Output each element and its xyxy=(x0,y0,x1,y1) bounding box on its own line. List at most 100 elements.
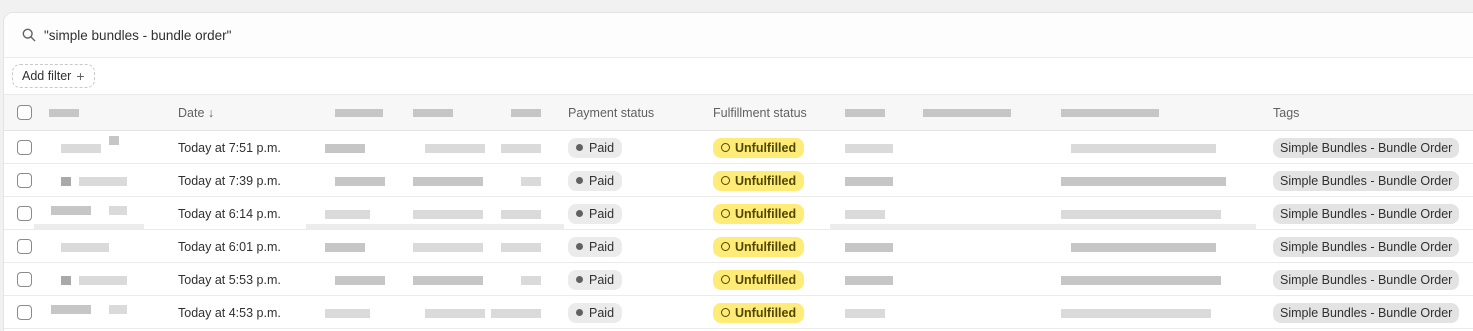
redacted-header xyxy=(335,109,383,117)
redacted-cell xyxy=(1061,210,1221,219)
payment-status-badge: Paid xyxy=(568,170,623,191)
redacted-cell xyxy=(335,177,385,186)
redacted-cell xyxy=(325,309,370,318)
redacted-cell xyxy=(845,243,893,252)
add-filter-button[interactable]: Add filter + xyxy=(12,64,95,88)
table-row[interactable]: Today at 4:53 p.m. Paid Unfulfilled Simp… xyxy=(4,296,1473,329)
fulfillment-status-label: Unfulfilled xyxy=(735,305,797,320)
select-all-checkbox[interactable] xyxy=(17,105,32,120)
redacted-cell xyxy=(413,210,483,219)
search-input[interactable] xyxy=(44,27,644,43)
payment-status-column-header[interactable]: Payment status xyxy=(568,95,654,131)
payment-status-label: Paid xyxy=(589,239,615,254)
redacted-cell xyxy=(845,210,885,219)
unfulfilled-ring-icon xyxy=(721,242,730,251)
payment-status-badge: Paid xyxy=(568,302,623,323)
redacted-cell xyxy=(79,177,127,186)
paid-dot-icon xyxy=(576,276,583,283)
row-checkbox[interactable] xyxy=(17,140,32,155)
fulfillment-status-badge: Unfulfilled xyxy=(713,137,805,158)
redacted-cell xyxy=(1061,276,1221,285)
payment-status-badge: Paid xyxy=(568,137,623,158)
unfulfilled-ring-icon xyxy=(721,308,730,317)
add-filter-label: Add filter xyxy=(22,69,72,83)
redacted-cell xyxy=(325,243,365,252)
redacted-cell xyxy=(413,276,483,285)
redacted-cell xyxy=(325,144,365,153)
redacted-header xyxy=(49,109,79,117)
plus-icon: + xyxy=(76,68,85,84)
table-row[interactable]: Today at 6:14 p.m. Paid Unfulfilled Simp… xyxy=(4,197,1473,230)
fulfillment-status-badge: Unfulfilled xyxy=(713,170,805,191)
redacted-cell xyxy=(413,177,483,186)
redacted-cell xyxy=(521,177,541,186)
row-checkbox[interactable] xyxy=(17,173,32,188)
fulfillment-status-badge: Unfulfilled xyxy=(713,236,805,257)
order-tag[interactable]: Simple Bundles - Bundle Order xyxy=(1273,236,1460,257)
date-column-header[interactable]: Date ↓ xyxy=(178,95,214,131)
payment-status-label: Paid xyxy=(589,305,615,320)
filter-bar: Add filter + xyxy=(4,58,1473,95)
order-tag[interactable]: Simple Bundles - Bundle Order xyxy=(1273,302,1460,323)
table-header: Date ↓ Payment status Fulfillment status… xyxy=(4,95,1473,131)
order-tag[interactable]: Simple Bundles - Bundle Order xyxy=(1273,137,1460,158)
orders-card: Add filter + Date ↓ Payment status Fulfi… xyxy=(3,12,1473,331)
fulfillment-status-label: Unfulfilled xyxy=(735,239,797,254)
redacted-header xyxy=(923,109,1011,117)
unfulfilled-ring-icon xyxy=(721,143,730,152)
order-date: Today at 6:01 p.m. xyxy=(178,239,281,254)
redacted-cell xyxy=(1061,309,1211,318)
payment-status-label: Paid xyxy=(589,206,615,221)
redacted-cell xyxy=(501,243,541,252)
payment-status-badge: Paid xyxy=(568,236,623,257)
order-tag[interactable]: Simple Bundles - Bundle Order xyxy=(1273,170,1460,191)
fulfillment-status-label: Unfulfilled xyxy=(735,272,797,287)
redacted-header xyxy=(1061,109,1159,117)
unfulfilled-ring-icon xyxy=(721,275,730,284)
row-checkbox[interactable] xyxy=(17,305,32,320)
row-checkbox[interactable] xyxy=(17,272,32,287)
redacted-cell xyxy=(1071,144,1216,153)
fulfillment-status-column-header[interactable]: Fulfillment status xyxy=(713,95,807,131)
order-date: Today at 7:39 p.m. xyxy=(178,173,281,188)
redacted-cell xyxy=(1071,243,1216,252)
redacted-cell xyxy=(335,276,385,285)
payment-status-badge: Paid xyxy=(568,203,623,224)
table-row[interactable]: Today at 6:01 p.m. Paid Unfulfilled Simp… xyxy=(4,230,1473,263)
payment-status-badge: Paid xyxy=(568,269,623,290)
redacted-cell xyxy=(425,144,485,153)
payment-status-label: Paid xyxy=(589,140,615,155)
redacted-cell xyxy=(845,309,885,318)
row-checkbox[interactable] xyxy=(17,239,32,254)
search-bar[interactable] xyxy=(4,13,1473,58)
redacted-cell xyxy=(51,206,91,215)
redacted-header xyxy=(845,109,885,117)
paid-dot-icon xyxy=(576,210,583,217)
paid-dot-icon xyxy=(576,177,583,184)
redacted-cell xyxy=(61,243,109,252)
tags-column-header[interactable]: Tags xyxy=(1273,95,1299,131)
redacted-cell xyxy=(109,305,127,314)
redacted-cell xyxy=(109,206,127,215)
redacted-header xyxy=(511,109,541,117)
redacted-cell xyxy=(61,144,101,153)
redacted-cell xyxy=(61,177,71,186)
order-tag[interactable]: Simple Bundles - Bundle Order xyxy=(1273,269,1460,290)
paid-dot-icon xyxy=(576,243,583,250)
order-date: Today at 6:14 p.m. xyxy=(178,206,281,221)
table-row[interactable]: Today at 5:53 p.m. Paid Unfulfilled Simp… xyxy=(4,263,1473,296)
redacted-cell xyxy=(413,243,483,252)
redacted-cell xyxy=(845,276,893,285)
redacted-cell xyxy=(61,276,71,285)
redacted-cell xyxy=(325,210,370,219)
redacted-cell xyxy=(501,144,541,153)
table-row[interactable]: Today at 7:39 p.m. Paid Unfulfilled Simp… xyxy=(4,164,1473,197)
redacted-cell xyxy=(845,144,893,153)
unfulfilled-ring-icon xyxy=(721,209,730,218)
redacted-cell xyxy=(425,309,485,318)
table-row[interactable]: Today at 7:51 p.m. Paid Unfulfilled Simp… xyxy=(4,131,1473,164)
order-tag[interactable]: Simple Bundles - Bundle Order xyxy=(1273,203,1460,224)
row-checkbox[interactable] xyxy=(17,206,32,221)
redacted-cell xyxy=(501,210,541,219)
redacted-cell xyxy=(521,276,541,285)
